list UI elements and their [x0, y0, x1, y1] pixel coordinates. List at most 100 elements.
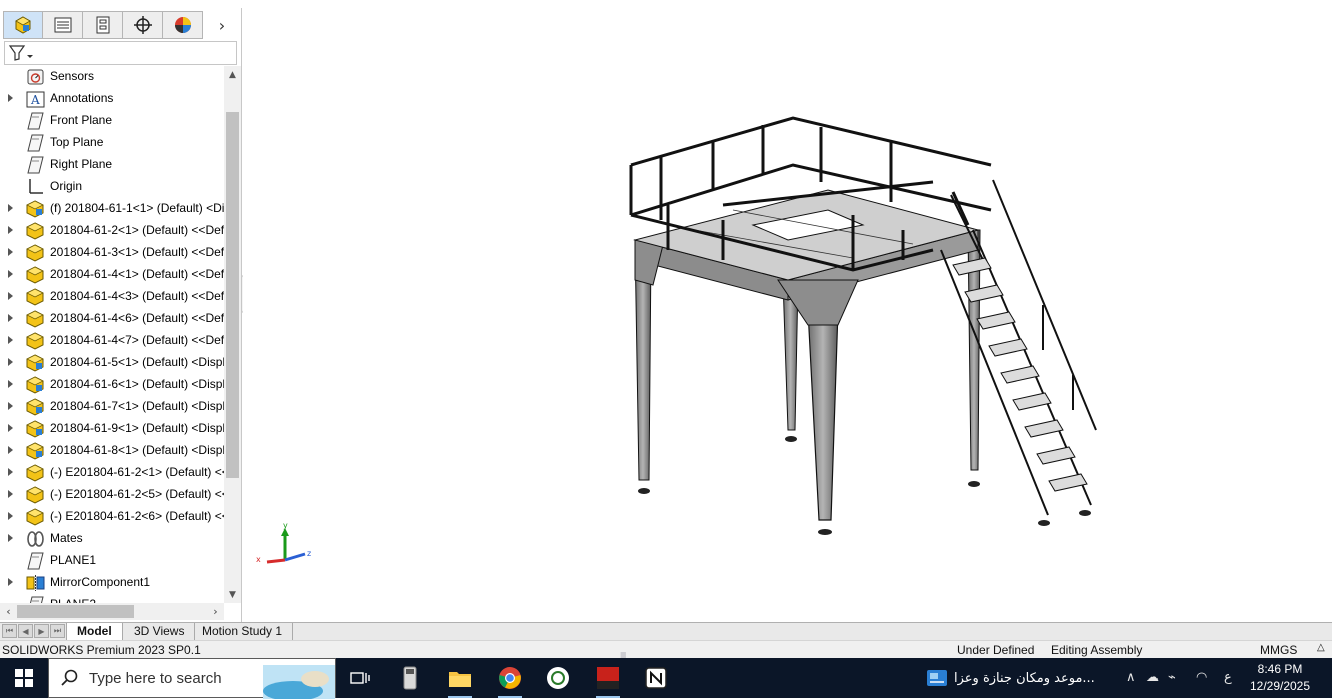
scroll-thumb[interactable]	[226, 112, 239, 478]
wifi-icon[interactable]: ◠	[1196, 670, 1207, 685]
expand-arrow-icon[interactable]	[8, 270, 13, 278]
taskbar-app-file-explorer[interactable]	[438, 658, 482, 698]
tree-item-label: 201804-61-9<1> (Default) <Displa	[50, 421, 224, 435]
tab-3d-views[interactable]: 3D Views	[124, 623, 196, 640]
tree-item[interactable]: 201804-61-4<3> (Default) <<Defa	[0, 286, 224, 308]
tree-item[interactable]: PLANE1	[0, 550, 224, 572]
tree-item-label: 201804-61-8<1> (Default) <Displa	[50, 443, 224, 457]
tree-item[interactable]: Sensors	[0, 66, 224, 88]
unit-system-selector[interactable]: MMGS	[1260, 643, 1297, 657]
tree-item-label: Origin	[50, 179, 83, 193]
unit-menu-chevron-up-icon[interactable]: △	[1317, 642, 1325, 653]
tab-feature-tree[interactable]	[3, 11, 43, 39]
tree-item[interactable]: Right Plane	[0, 154, 224, 176]
tree-item[interactable]: (f) 201804-61-1<1> (Default) <Dis	[0, 198, 224, 220]
expand-arrow-icon[interactable]	[8, 512, 13, 520]
tree-item[interactable]: 201804-61-4<1> (Default) <<Defa	[0, 264, 224, 286]
tree-item[interactable]: (-) E201804-61-2<5> (Default) <<	[0, 484, 224, 506]
taskbar-app-solidworks[interactable]	[586, 658, 630, 698]
cloud-icon[interactable]: ☁	[1146, 670, 1159, 685]
tab-motion-study[interactable]: Motion Study 1	[192, 623, 294, 640]
tree-vertical-scrollbar[interactable]: ▲ ▼	[224, 66, 241, 603]
tree-item[interactable]: 201804-61-8<1> (Default) <Displa	[0, 440, 224, 462]
subassembly-icon	[26, 398, 45, 416]
taskbar-app-notion[interactable]	[634, 658, 678, 698]
tree-item[interactable]: 201804-61-4<6> (Default) <<Defa	[0, 308, 224, 330]
expand-arrow-icon[interactable]	[8, 490, 13, 498]
tree-item[interactable]: MirrorComponent1	[0, 572, 224, 594]
subassembly-icon	[26, 420, 45, 438]
tree-item[interactable]: Origin	[0, 176, 224, 198]
scroll-up-arrow-icon[interactable]: ▲	[224, 66, 241, 83]
show-hidden-icons-chevron-up-icon[interactable]: ∧	[1126, 670, 1136, 685]
scroll-down-arrow-icon[interactable]: ▼	[224, 586, 241, 603]
tab-property-manager[interactable]	[43, 11, 83, 39]
taskbar-app-browser[interactable]	[536, 658, 580, 698]
expand-arrow-icon[interactable]	[8, 292, 13, 300]
next-tab-arrow-icon[interactable]: ▶	[34, 624, 49, 638]
expand-arrow-icon[interactable]	[8, 336, 13, 344]
more-tabs-chevron-icon[interactable]: ›	[203, 11, 241, 39]
tab-display-manager[interactable]	[163, 11, 203, 39]
expand-arrow-icon[interactable]	[8, 226, 13, 234]
tree-item-label: 201804-61-4<6> (Default) <<Defa	[50, 311, 224, 325]
taskbar-app-calculator[interactable]	[388, 658, 432, 698]
tree-item[interactable]: 201804-61-7<1> (Default) <Displa	[0, 396, 224, 418]
assembly-icon	[26, 222, 45, 240]
start-button[interactable]	[0, 658, 48, 698]
tree-item[interactable]: Front Plane	[0, 110, 224, 132]
tree-filter-field[interactable]	[4, 41, 237, 65]
tab-dimxpert-manager[interactable]	[123, 11, 163, 39]
panel-header-strip	[0, 0, 242, 8]
taskbar-clock[interactable]: 8:46 PM 12/29/2025	[1240, 661, 1320, 695]
expand-arrow-icon[interactable]	[8, 204, 13, 212]
expand-arrow-icon[interactable]	[8, 248, 13, 256]
assembly-icon	[26, 266, 45, 284]
news-widget[interactable]: موعد ومكان جنازة وعزا...	[926, 658, 1095, 698]
graphics-viewport[interactable]: y x z	[243, 0, 1332, 622]
tree-item[interactable]: 201804-61-3<1> (Default) <<Defa	[0, 242, 224, 264]
expand-arrow-icon[interactable]	[8, 468, 13, 476]
prev-tab-arrow-icon[interactable]: ◀	[18, 624, 33, 638]
tree-horizontal-scrollbar[interactable]: ‹ ›	[0, 603, 224, 620]
expand-arrow-icon[interactable]	[8, 446, 13, 454]
product-version-text: SOLIDWORKS Premium 2023 SP0.1	[2, 643, 201, 657]
task-view-button[interactable]	[338, 658, 382, 698]
first-tab-arrow-icon[interactable]: ⏮	[2, 624, 17, 638]
clock-time: 8:46 PM	[1257, 662, 1303, 676]
taskbar-app-chrome[interactable]	[488, 658, 532, 698]
tree-item[interactable]: 201804-61-2<1> (Default) <<Defa	[0, 220, 224, 242]
device-icon	[403, 666, 417, 690]
expand-arrow-icon[interactable]	[8, 534, 13, 542]
expand-arrow-icon[interactable]	[8, 380, 13, 388]
expand-arrow-icon[interactable]	[8, 424, 13, 432]
tree-item-label: Right Plane	[50, 157, 113, 171]
scroll-right-arrow-icon[interactable]: ›	[207, 603, 224, 620]
plane-icon	[26, 156, 45, 174]
tree-item[interactable]: A Annotations	[0, 88, 224, 110]
expand-arrow-icon[interactable]	[8, 94, 13, 102]
tree-item[interactable]: 201804-61-5<1> (Default) <Displa	[0, 352, 224, 374]
tree-item[interactable]: 201804-61-4<7> (Default) <<Defa	[0, 330, 224, 352]
expand-arrow-icon[interactable]	[8, 402, 13, 410]
tree-item[interactable]: 201804-61-6<1> (Default) <Displa	[0, 374, 224, 396]
expand-arrow-icon[interactable]	[8, 358, 13, 366]
taskbar-search-box[interactable]: Type here to search	[48, 658, 336, 699]
solidworks-icon	[597, 667, 619, 689]
tree-item[interactable]: PLANE2	[0, 594, 224, 603]
expand-arrow-icon[interactable]	[8, 578, 13, 586]
crosshair-icon	[133, 16, 152, 34]
scroll-thumb-horizontal[interactable]	[17, 605, 134, 618]
tree-item[interactable]: Top Plane	[0, 132, 224, 154]
last-tab-arrow-icon[interactable]: ⏭	[50, 624, 65, 638]
tab-configuration-manager[interactable]	[83, 11, 123, 39]
scroll-left-arrow-icon[interactable]: ‹	[0, 603, 17, 620]
tree-item[interactable]: Mates	[0, 528, 224, 550]
tree-item[interactable]: 201804-61-9<1> (Default) <Displa	[0, 418, 224, 440]
tree-item[interactable]: (-) E201804-61-2<6> (Default) <<	[0, 506, 224, 528]
network-icon[interactable]: ⌁	[1168, 670, 1176, 685]
tree-item[interactable]: (-) E201804-61-2<1> (Default) <<	[0, 462, 224, 484]
tab-model[interactable]: Model	[66, 623, 123, 640]
keyboard-language[interactable]: ع	[1224, 670, 1232, 685]
expand-arrow-icon[interactable]	[8, 314, 13, 322]
